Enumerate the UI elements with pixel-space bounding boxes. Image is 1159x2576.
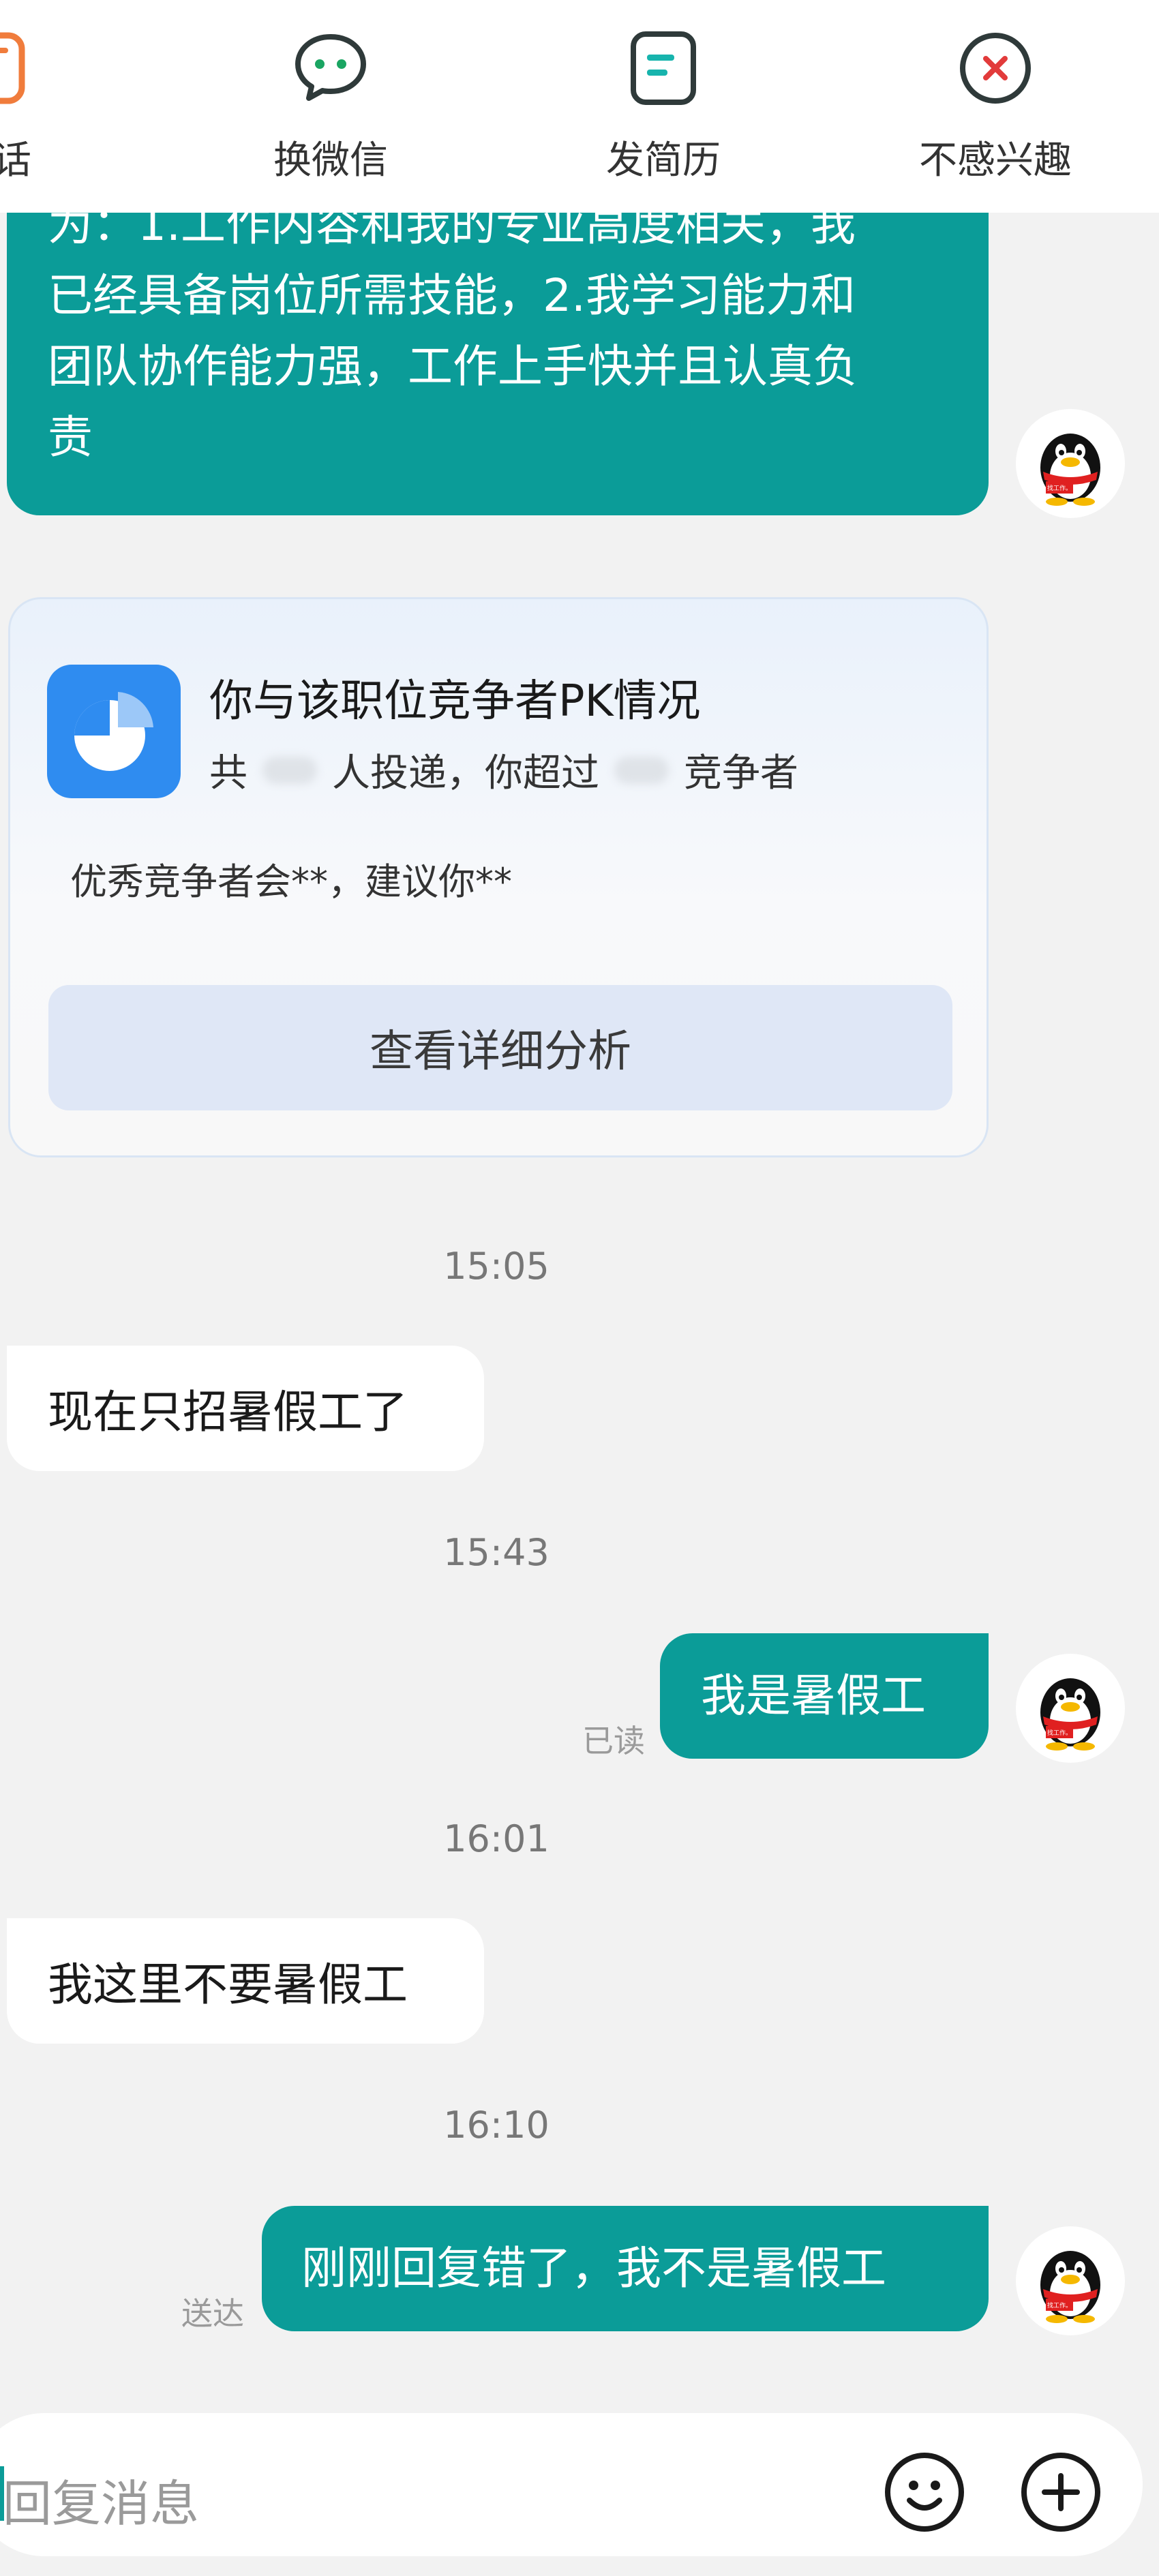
avatar-badge-text: 找工作。 <box>1047 484 1072 492</box>
message-line: 团队协作能力强，工作上手快并且认真负 <box>48 340 858 393</box>
penguin-avatar-icon: 找工作。 <box>1040 434 1100 506</box>
timestamp: 16:01 <box>443 1817 550 1860</box>
emoji-button[interactable] <box>882 2450 967 2534</box>
message-text: 刚刚回复错了，我不是暑假工 <box>301 2242 886 2294</box>
reply-bar: 回复消息 <box>0 2386 1159 2576</box>
not-interested-action[interactable]: 不感兴趣 <box>893 27 1098 191</box>
view-analysis-button[interactable]: 查看详细分析 <box>48 985 952 1110</box>
phone-icon <box>0 32 25 104</box>
my-avatar[interactable]: 找工作。 <box>1016 409 1125 518</box>
read-receipt: 已读 <box>582 1723 645 1759</box>
blurred-number <box>614 756 669 784</box>
action-label: 不感兴趣 <box>919 138 1072 183</box>
pk-card-advice: 优秀竞争者会**，建议你** <box>70 860 512 903</box>
smiley-icon <box>885 2453 964 2532</box>
message-text: 现在只招暑假工了 <box>48 1386 408 1438</box>
avatar-badge-text: 找工作。 <box>1047 1729 1072 1737</box>
incoming-message[interactable]: 现在只招暑假工了 <box>7 1346 484 1471</box>
pk-sub-suffix: 竞争者 <box>684 751 798 795</box>
top-action-bar: 电话 换微信 发简历 不感兴趣 <box>0 0 1159 213</box>
action-label: 换微信 <box>273 138 388 183</box>
chat-bubble-icon <box>295 34 366 101</box>
my-avatar[interactable]: 找工作。 <box>1016 2226 1125 2335</box>
pk-sub-prefix: 共 <box>209 751 247 795</box>
my-avatar[interactable]: 找工作。 <box>1016 1654 1125 1763</box>
timestamp: 16:10 <box>443 2104 550 2147</box>
timestamp: 15:43 <box>443 1531 550 1574</box>
delivered-receipt: 送达 <box>181 2295 244 2332</box>
incoming-message[interactable]: 我这里不要暑假工 <box>7 1918 484 2044</box>
send-resume-action[interactable]: 发简历 <box>561 27 766 191</box>
close-circle-icon <box>960 33 1031 104</box>
message-text: 我是暑假工 <box>701 1669 926 1722</box>
exchange-wechat-action[interactable]: 换微信 <box>228 27 433 191</box>
resume-icon <box>631 31 696 105</box>
action-label: 电话 <box>0 138 31 183</box>
pk-card-title: 你与该职位竞争者PK情况 <box>209 676 701 727</box>
blurred-number <box>262 756 317 784</box>
pk-card-subtitle: 共 人投递，你超过 竞争者 <box>209 742 798 798</box>
more-button[interactable] <box>1019 2450 1103 2534</box>
plus-circle-icon <box>1021 2453 1100 2532</box>
call-action[interactable]: 电话 <box>0 27 95 191</box>
competitor-pk-card[interactable]: 你与该职位竞争者PK情况 共 人投递，你超过 竞争者 优秀竞争者会**，建议你*… <box>8 597 989 1157</box>
pie-chart-icon <box>47 665 181 798</box>
timestamp: 15:05 <box>443 1245 550 1288</box>
message-line: 已经具备岗位所需技能，2.我学习能力和 <box>48 269 856 322</box>
message-text: 我这里不要暑假工 <box>48 1958 408 2011</box>
outgoing-message[interactable]: 刚刚回复错了，我不是暑假工 <box>262 2206 989 2331</box>
message-line: 责 <box>48 411 93 464</box>
outgoing-message[interactable]: 我是暑假工 <box>660 1633 989 1759</box>
reply-placeholder: 回复消息 <box>3 2475 200 2532</box>
pk-sub-middle: 人投递，你超过 <box>332 751 599 795</box>
penguin-avatar-icon: 找工作。 <box>1040 2251 1100 2323</box>
penguin-avatar-icon: 找工作。 <box>1040 1678 1100 1751</box>
chat-area: 为：1.工作内容和我的专业高度相关，我 已经具备岗位所需技能，2.我学习能力和 … <box>0 0 1159 2576</box>
avatar-badge-text: 找工作。 <box>1047 2301 1072 2309</box>
action-label: 发简历 <box>606 138 721 183</box>
